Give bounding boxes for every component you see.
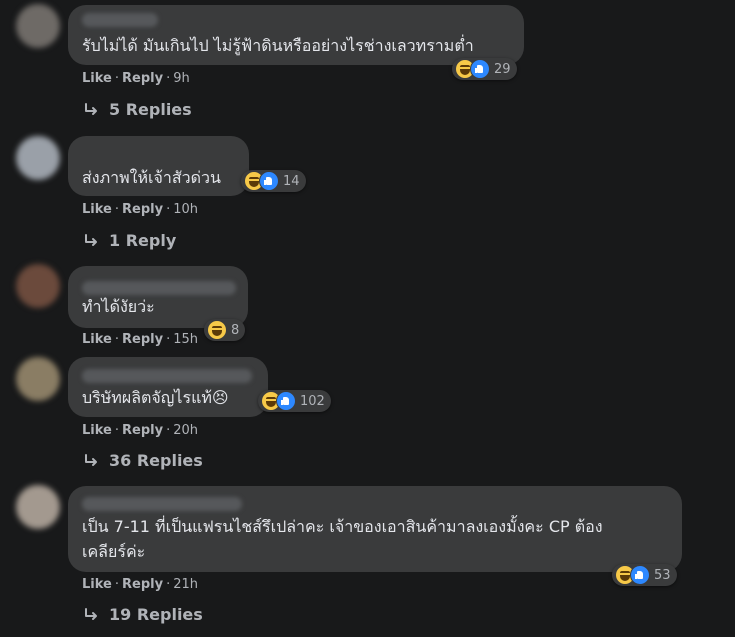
reply-link[interactable]: Reply <box>122 332 163 347</box>
like-icon <box>630 565 650 585</box>
reply-arrow-icon <box>85 233 97 246</box>
separator: · <box>166 332 171 347</box>
avatar[interactable] <box>16 357 60 401</box>
replies-count[interactable]: 19 Replies <box>109 605 203 624</box>
timestamp[interactable]: 15h <box>173 332 198 347</box>
like-link[interactable]: Like <box>82 423 112 438</box>
comment-text: รับไม่ได้ มันเกินไป ไม่รู้ฟ้าดินหรืออย่า… <box>82 36 474 55</box>
comment-text: ส่งภาพให้เจ้าสัวด่วน <box>82 168 221 187</box>
separator: · <box>114 332 119 347</box>
like-icon <box>259 171 279 191</box>
separator: · <box>166 577 171 592</box>
reply-arrow-icon <box>85 453 97 466</box>
avatar[interactable] <box>16 136 60 180</box>
view-replies-button[interactable]: 36 Replies <box>83 451 203 470</box>
timestamp[interactable]: 21h <box>173 577 198 592</box>
like-link[interactable]: Like <box>82 71 112 86</box>
separator: · <box>166 423 171 438</box>
timestamp[interactable]: 20h <box>173 423 198 438</box>
reaction-summary[interactable]: 102 <box>258 390 331 412</box>
reaction-summary[interactable]: 14 <box>241 170 306 192</box>
comment-actions: Like · Reply · 15h <box>82 332 198 347</box>
like-link[interactable]: Like <box>82 202 112 217</box>
reply-arrow-icon <box>85 607 97 620</box>
view-replies-button[interactable]: 1 Reply <box>83 231 176 250</box>
like-link[interactable]: Like <box>82 577 112 592</box>
comment-actions: Like · Reply · 9h <box>82 71 190 86</box>
author-name[interactable] <box>82 497 242 511</box>
reaction-count: 14 <box>283 173 300 189</box>
separator: · <box>114 577 119 592</box>
comment-actions: Like · Reply · 21h <box>82 577 198 592</box>
view-replies-button[interactable]: 5 Replies <box>83 100 192 119</box>
separator: · <box>166 202 171 217</box>
reaction-count: 102 <box>300 393 325 409</box>
author-name[interactable] <box>82 281 236 295</box>
reply-arrow-icon <box>85 102 97 115</box>
like-icon <box>276 391 296 411</box>
reaction-summary[interactable]: 53 <box>612 564 677 586</box>
comment-actions: Like · Reply · 10h <box>82 202 198 217</box>
comment-text: ทำได้งัยว่ะ <box>82 297 155 316</box>
reaction-count: 53 <box>654 567 671 583</box>
reaction-count: 8 <box>231 322 240 338</box>
like-icon <box>470 59 490 79</box>
comment-text: บริษัทผลิตจัญไรแท้😣 <box>82 388 229 407</box>
reaction-count: 29 <box>494 61 511 77</box>
replies-count[interactable]: 1 Reply <box>109 231 176 250</box>
reply-link[interactable]: Reply <box>122 423 163 438</box>
avatar[interactable] <box>16 264 60 308</box>
timestamp[interactable]: 9h <box>173 71 190 86</box>
reply-link[interactable]: Reply <box>122 202 163 217</box>
comment-text: เป็น 7-11 ที่เป็นแฟรนไชส์รึเปล่าคะ เจ้าข… <box>82 517 603 536</box>
comment-actions: Like · Reply · 20h <box>82 423 198 438</box>
reply-link[interactable]: Reply <box>122 71 163 86</box>
separator: · <box>114 423 119 438</box>
haha-icon <box>207 320 227 340</box>
separator: · <box>166 71 171 86</box>
avatar[interactable] <box>16 4 60 48</box>
comment-text-line-2: เคลียร์ค่ะ <box>82 542 146 561</box>
view-replies-button[interactable]: 19 Replies <box>83 605 203 624</box>
like-link[interactable]: Like <box>82 332 112 347</box>
replies-count[interactable]: 5 Replies <box>109 100 192 119</box>
avatar[interactable] <box>16 485 60 529</box>
reaction-summary[interactable]: 29 <box>452 58 517 80</box>
timestamp[interactable]: 10h <box>173 202 198 217</box>
separator: · <box>114 71 119 86</box>
reply-link[interactable]: Reply <box>122 577 163 592</box>
author-name[interactable] <box>82 13 158 27</box>
reaction-summary[interactable]: 8 <box>204 319 246 341</box>
replies-count[interactable]: 36 Replies <box>109 451 203 470</box>
separator: · <box>114 202 119 217</box>
author-name[interactable] <box>82 369 252 383</box>
